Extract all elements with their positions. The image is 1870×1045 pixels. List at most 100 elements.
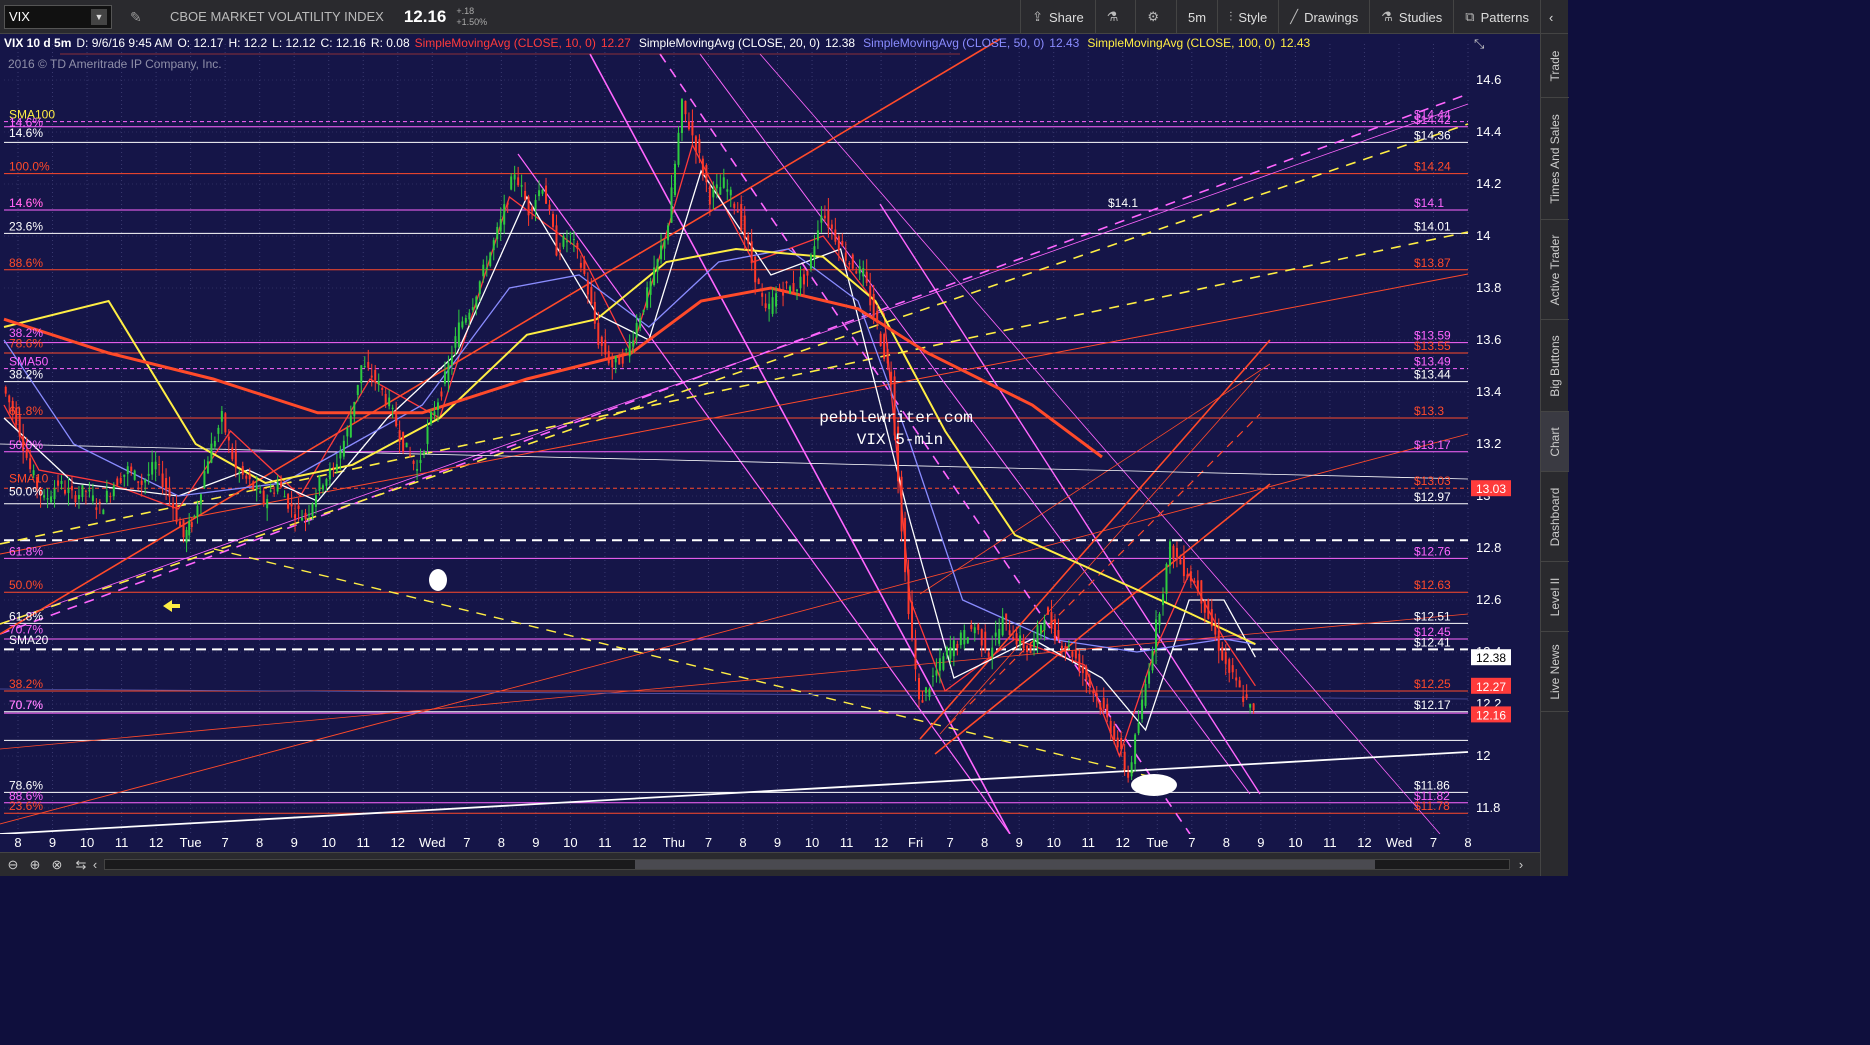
drawings-label: Drawings — [1304, 9, 1359, 25]
candle-body — [1057, 630, 1060, 639]
candle-body — [705, 165, 708, 183]
candle-body — [991, 647, 994, 657]
candle-body — [1228, 659, 1231, 673]
studies-label: Studies — [1398, 9, 1443, 25]
candle-body — [541, 189, 544, 194]
left-level-label: 88.6% — [9, 256, 43, 270]
left-level-label: 70.7% — [9, 698, 43, 712]
x-tick-label: 8 — [256, 835, 263, 850]
candle-body — [234, 450, 237, 469]
x-tick-label: 8 — [1223, 835, 1230, 850]
flask-button[interactable]: ⚗ — [1094, 0, 1136, 34]
candle-body — [370, 375, 373, 378]
candle-body — [938, 658, 941, 671]
left-level-label: 14.6% — [9, 196, 43, 210]
candle-body — [1217, 630, 1220, 651]
candle-body — [119, 477, 122, 483]
candle-body — [1231, 665, 1234, 673]
drawings-button[interactable]: ╱ Drawings — [1278, 0, 1369, 34]
tab-trade[interactable]: Trade — [1541, 34, 1569, 98]
candle-body — [687, 121, 690, 130]
percent-change: +1.50% — [456, 16, 488, 27]
study-sma100[interactable]: SimpleMovingAvg (CLOSE, 100, 0) — [1087, 36, 1275, 50]
candle-body — [684, 100, 687, 115]
chevron-down-icon[interactable]: ▼ — [91, 8, 107, 25]
collapse-studies-icon[interactable]: ⤡ — [1474, 36, 1484, 52]
study-header: VIX 10 d 5m D: 9/6/16 9:45 AM O: 12.17 H… — [4, 34, 1470, 52]
left-level-label: 61.8% — [9, 544, 43, 558]
settings-button[interactable]: ⚙ — [1135, 0, 1176, 34]
right-level-label: $13.49 — [1414, 355, 1451, 369]
scrollbar-thumb[interactable] — [635, 860, 1375, 869]
x-tick-label: 10 — [563, 835, 577, 850]
left-level-label: 14.6% — [9, 126, 43, 140]
right-level-label: $12.76 — [1414, 544, 1451, 558]
left-level-label: SMA20 — [9, 633, 49, 647]
symbol-input[interactable]: VIX ▼ — [4, 4, 112, 29]
study-sma10[interactable]: SimpleMovingAvg (CLOSE, 10, 0) — [415, 36, 596, 50]
zoom-in-icon[interactable]: ⊕ — [26, 856, 44, 874]
tab-live-news[interactable]: Live News — [1541, 632, 1569, 712]
left-level-label: 78.6% — [9, 336, 43, 350]
horizontal-scrollbar[interactable] — [104, 859, 1510, 870]
tab-level-ii[interactable]: Level II — [1541, 562, 1569, 632]
tab-active-trader[interactable]: Active Trader — [1541, 220, 1569, 320]
collapse-button[interactable]: ‹ — [1540, 0, 1568, 34]
x-tick-label: 12 — [874, 835, 888, 850]
tab-times-and-sales[interactable]: Times And Sales — [1541, 98, 1569, 220]
candle-body — [175, 503, 178, 523]
patterns-button[interactable]: ⧉ Patterns — [1453, 0, 1540, 34]
tab-big-buttons[interactable]: Big Buttons — [1541, 320, 1569, 412]
study-sma50[interactable]: SimpleMovingAvg (CLOSE, 50, 0) — [863, 36, 1044, 50]
zoom-fit-icon[interactable]: ⊗ — [48, 856, 66, 874]
candle-body — [231, 447, 234, 460]
right-level-label: $13.44 — [1414, 368, 1451, 382]
style-button[interactable]: ⫶ Style — [1217, 0, 1278, 34]
candle-body — [443, 371, 446, 384]
candle-body — [952, 640, 955, 657]
gear-icon: ⚙ — [1147, 9, 1160, 24]
right-level-label: $13.3 — [1414, 404, 1444, 418]
candle-body — [1193, 580, 1196, 583]
candle-body — [837, 236, 840, 251]
scroll-left-icon[interactable]: ‹ — [86, 856, 104, 874]
candle-body — [1012, 637, 1015, 639]
candle-body — [199, 494, 202, 505]
candle-body — [46, 498, 49, 500]
candle-body — [510, 176, 513, 190]
pencil-icon[interactable]: ✎ — [130, 9, 146, 25]
study-sma20[interactable]: SimpleMovingAvg (CLOSE, 20, 0) — [639, 36, 820, 50]
candle-body — [255, 485, 258, 490]
candle-body — [1085, 666, 1088, 681]
price-badge-value: 12.16 — [1476, 708, 1506, 722]
patterns-label: Patterns — [1480, 9, 1529, 25]
tab-chart[interactable]: Chart — [1541, 412, 1569, 472]
right-level-label: $12.51 — [1414, 609, 1451, 623]
zoom-out-icon[interactable]: ⊖ — [4, 856, 22, 874]
candle-body — [830, 224, 833, 229]
share-button[interactable]: ⇪ Share — [1020, 0, 1095, 34]
candle-body — [963, 630, 966, 645]
candle-body — [318, 476, 321, 492]
candle-body — [328, 468, 331, 480]
scroll-right-icon[interactable]: › — [1512, 856, 1530, 874]
studies-button[interactable]: ⚗ Studies — [1369, 0, 1453, 34]
candle-body — [708, 186, 711, 205]
tab-dashboard[interactable]: Dashboard — [1541, 472, 1569, 562]
candle-body — [262, 490, 265, 504]
side-tabs: Trade Times And Sales Active Trader Big … — [1540, 34, 1569, 876]
candle-body — [726, 189, 729, 192]
timeframe-button[interactable]: 5m — [1176, 0, 1217, 34]
candle-body — [203, 471, 206, 488]
watermark-line-1: pebblewriter.com — [819, 409, 973, 427]
candle-body — [1019, 635, 1022, 644]
x-tick-label: Wed — [419, 835, 446, 850]
x-tick-label: 9 — [774, 835, 781, 850]
candle-body — [304, 512, 307, 519]
x-tick-label: 10 — [80, 835, 94, 850]
price-chart[interactable]: SMA10014.6%14.6%100.0%14.6%14.6%23.6%88.… — [0, 34, 1540, 852]
candle-body — [126, 466, 129, 475]
candle-body — [918, 677, 920, 700]
candle-body — [646, 287, 649, 308]
candle-body — [1095, 693, 1098, 698]
